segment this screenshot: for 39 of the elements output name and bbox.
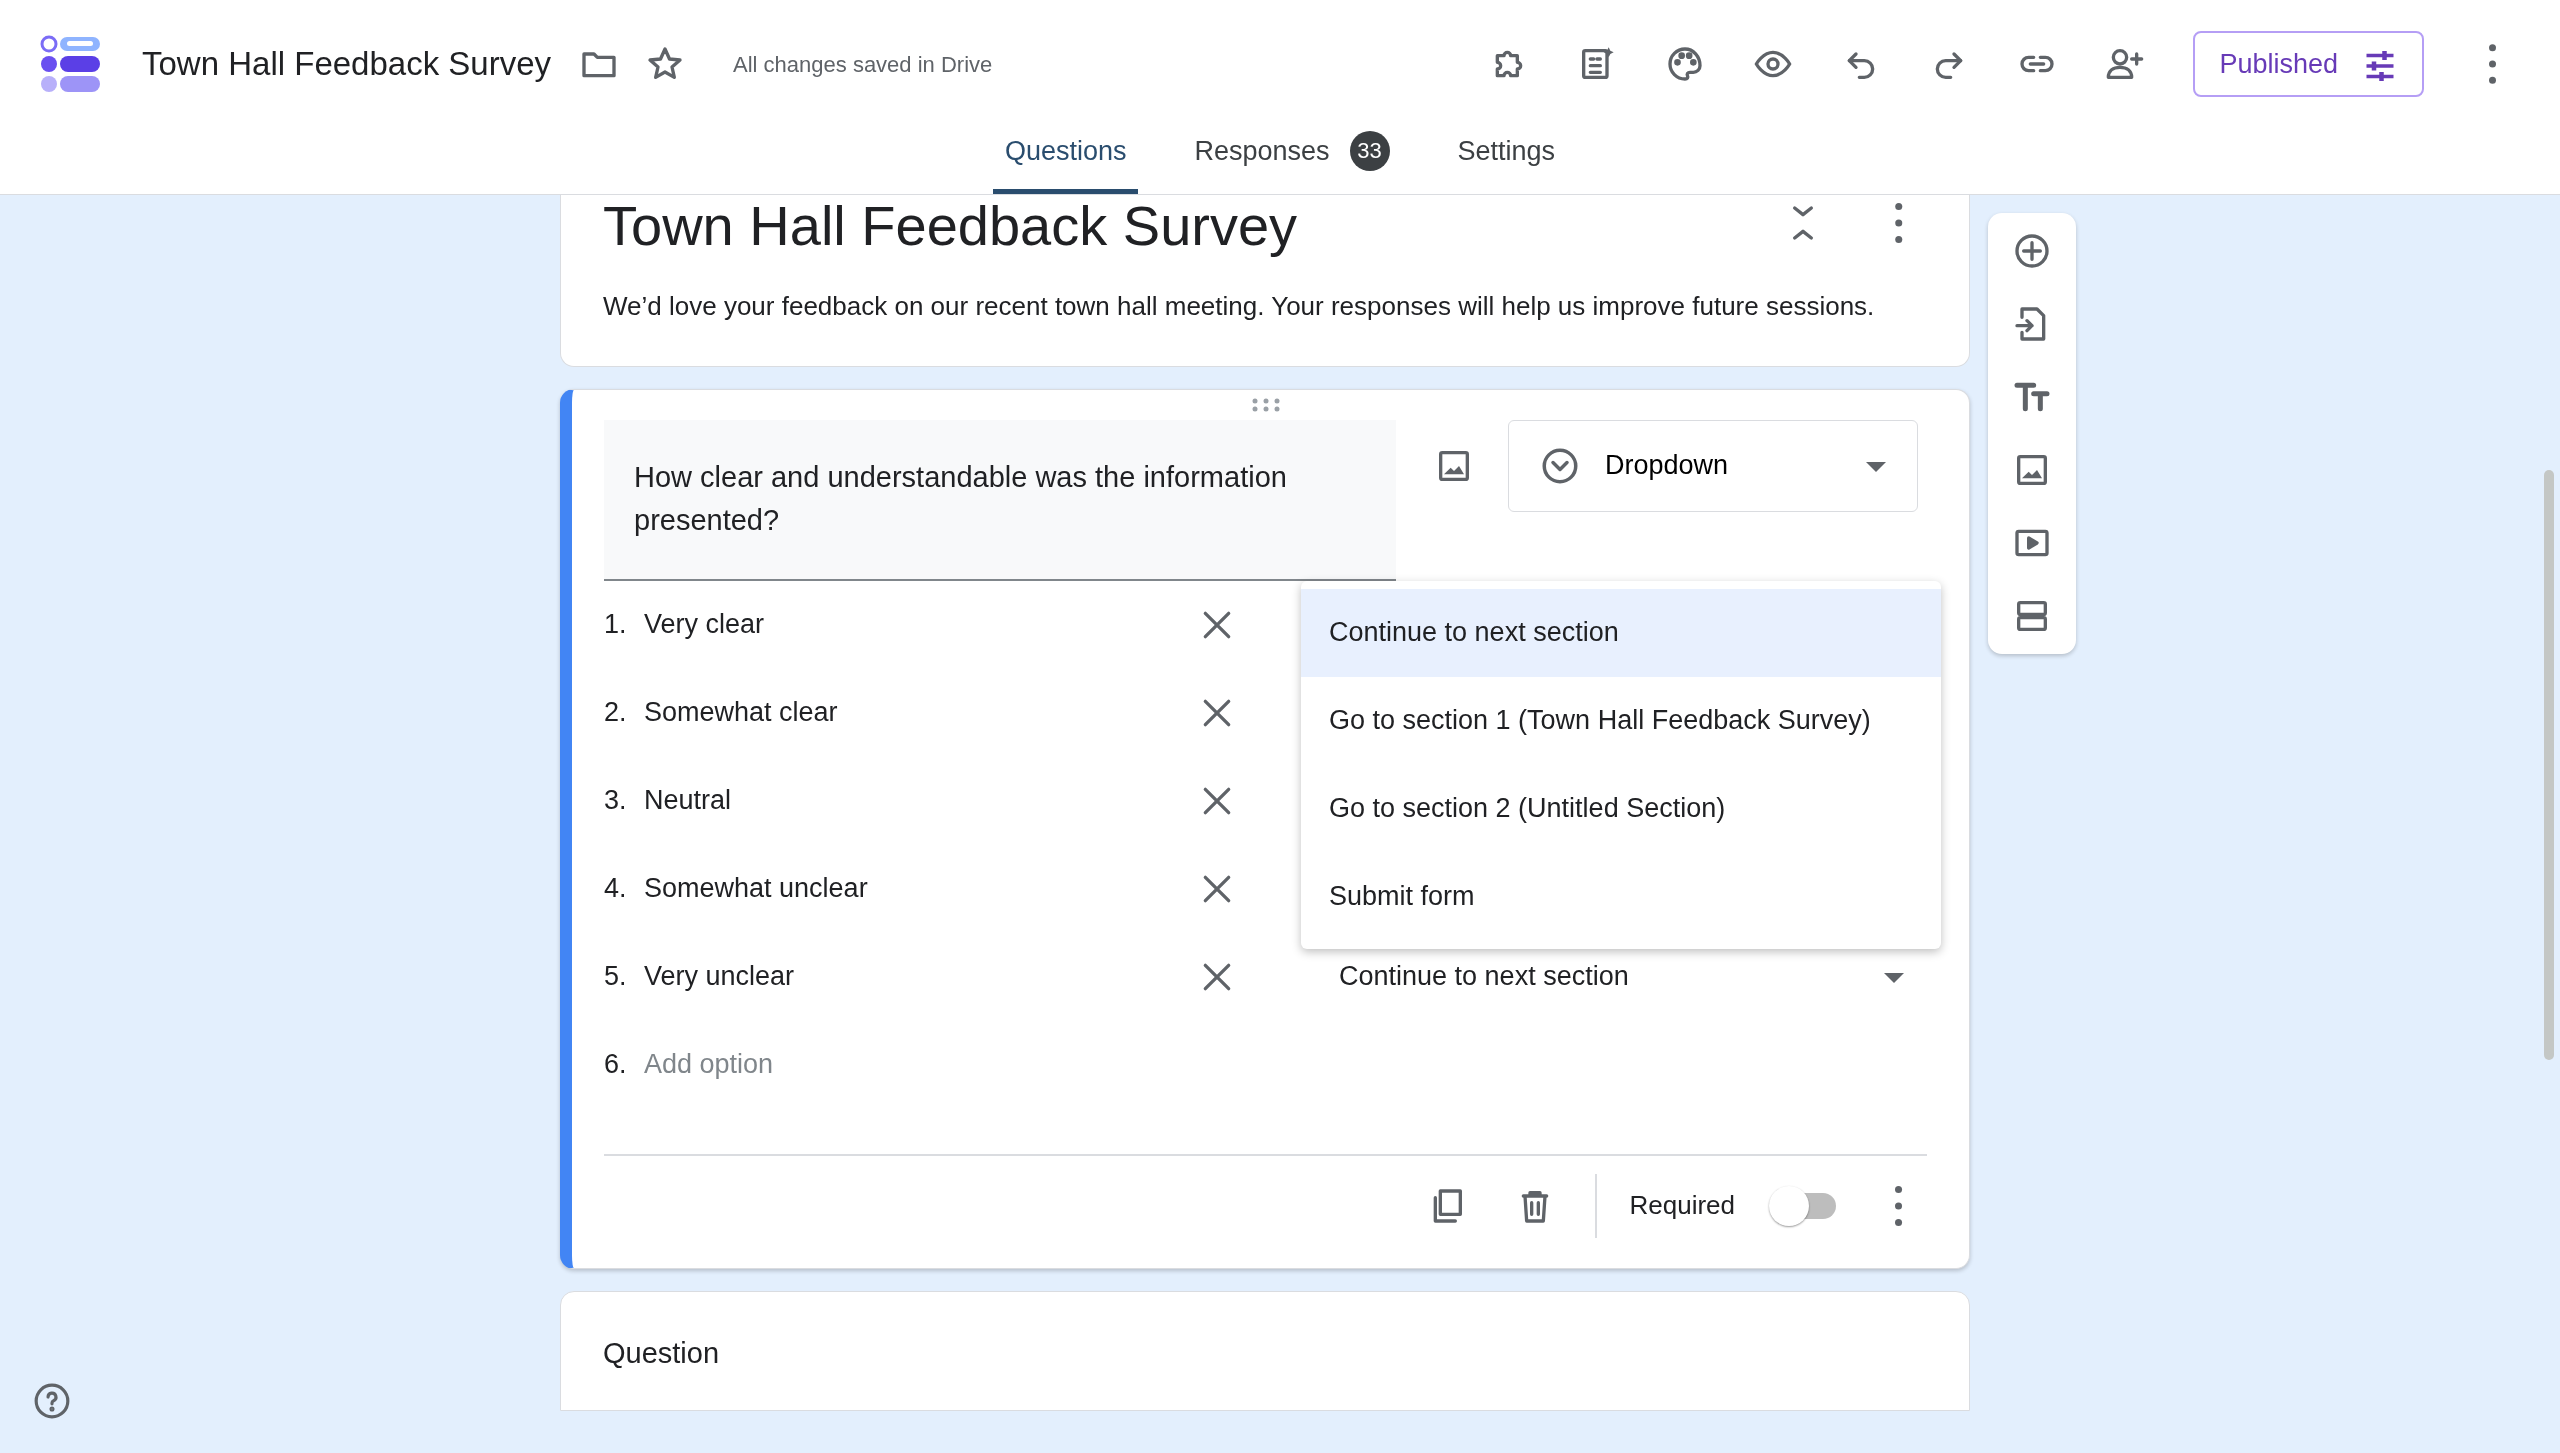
app-logo-icon	[40, 35, 102, 93]
menu-item[interactable]: Go to section 2 (Untitled Section)	[1301, 764, 1941, 853]
response-count-badge: 33	[1349, 130, 1390, 171]
go-to-section-dropdown[interactable]: Continue to next section	[1311, 955, 1911, 998]
form-description: We’d love your feedback on our recent town hall meeting. Your responses will help us improve future sessions.	[603, 289, 1876, 323]
option-label[interactable]: Very clear	[644, 604, 1189, 645]
menu-item[interactable]: Continue to next section	[1301, 588, 1941, 677]
option-number: 4.	[604, 872, 628, 906]
more-vertical-icon	[2488, 44, 2496, 84]
menu-item[interactable]: Go to section 1 (Town Hall Feedback Survey)	[1301, 676, 1941, 765]
tab[interactable]: Responses 33	[1182, 120, 1402, 194]
option-number: 1.	[604, 608, 628, 642]
option-number: 2.	[604, 696, 628, 730]
plus-circle-icon	[2012, 231, 2052, 271]
option-number: 6.	[604, 1048, 628, 1082]
menu-item[interactable]: Submit form	[1301, 852, 1941, 941]
question-type-dropdown[interactable]: Dropdown	[1508, 419, 1918, 512]
published-button[interactable]: Published	[2193, 31, 2424, 97]
option-number: 3.	[604, 784, 628, 818]
tab[interactable]: Settings	[1445, 120, 1568, 194]
caret-icon	[1883, 972, 1905, 985]
option-label[interactable]: Very unclear	[644, 956, 1189, 997]
drag-handle-icon[interactable]	[1250, 397, 1281, 412]
question-title: Question	[560, 1290, 1970, 1412]
save-status: All changes saved in Drive	[733, 50, 993, 79]
add-option-field[interactable]: Add option	[644, 1044, 1189, 1085]
caret-icon	[1865, 461, 1887, 474]
question-field[interactable]: How clear and understandable was the information presented?	[604, 419, 1396, 581]
help-icon	[33, 1382, 71, 1420]
option-number: 5.	[604, 960, 628, 994]
option-label[interactable]: Somewhat unclear	[644, 868, 1189, 909]
form-title: Town Hall Feedback Survey	[142, 44, 552, 85]
required-label: Required	[1629, 1189, 1735, 1223]
scrollbar-thumb[interactable]	[2544, 470, 2554, 1060]
more-vertical-icon	[1895, 203, 1903, 243]
option-label[interactable]: Somewhat clear	[644, 692, 1189, 733]
form-heading: Town Hall Feedback Survey	[603, 195, 1298, 257]
option-label[interactable]: Neutral	[644, 780, 1189, 821]
more-vertical-icon	[1895, 1185, 1903, 1226]
